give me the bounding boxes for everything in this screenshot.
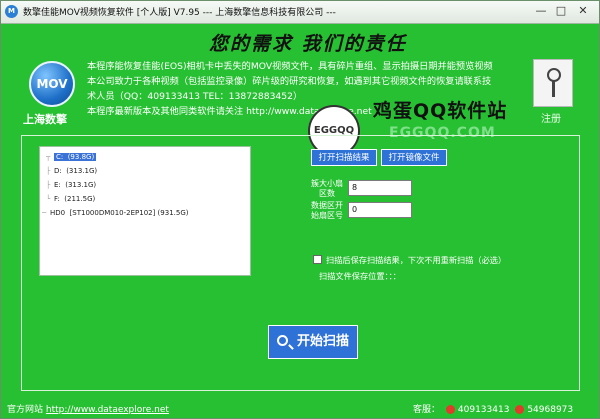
search-icon xyxy=(277,335,288,346)
minimize-button[interactable]: — xyxy=(533,4,549,19)
register-label[interactable]: 注册 xyxy=(541,110,561,125)
save-result-checkbox[interactable] xyxy=(313,255,322,264)
drive-list[interactable]: ┬ C: (93.8G) ├ D: (313.1G) ├ E: (313.1G) └ F… xyxy=(39,146,251,276)
qq-icon xyxy=(445,405,455,414)
register-key-icon[interactable] xyxy=(533,59,573,107)
save-position-text: 扫描文件保存位置：：： xyxy=(319,271,401,281)
qq-icon xyxy=(515,405,525,414)
drive-item-hd0[interactable]: ─ HD0 [ST1000DM010-2EP102] (931.5G) xyxy=(42,207,188,220)
qq-number-1[interactable]: 409133413 xyxy=(458,405,510,415)
desc-line: 本程序能恢复佳能(EOS)相机卡中丢失的MOV视频文件，具有碎片重组、显示拍摄日… xyxy=(87,61,493,72)
max-sectors-input[interactable]: 8 xyxy=(348,180,412,196)
title-bar: M 数擎佳能MOV视频恢复软件 [个人版] V7.95 --- 上海数擎信息科技… xyxy=(1,1,599,24)
footer-website: 官方网站 http://www.dataexplore.net xyxy=(7,402,169,415)
drive-item-c[interactable]: ┬ C: (93.8G) xyxy=(46,151,97,164)
website-label: 官方网站 xyxy=(7,405,44,415)
website-link[interactable]: http://www.dataexplore.net xyxy=(46,405,169,415)
footer-support: 客服： 409133413 54968973 xyxy=(413,402,573,415)
window-title: 数擎佳能MOV视频恢复软件 [个人版] V7.95 --- 上海数擎信息科技有限… xyxy=(23,8,336,18)
company-name: 上海数擎 xyxy=(23,113,67,126)
slogan: 您的需求 我们的责任 xyxy=(209,33,407,55)
qq-number-2[interactable]: 54968973 xyxy=(527,405,573,415)
drive-item-d[interactable]: ├ D: (313.1G) xyxy=(46,165,97,178)
support-label: 客服： xyxy=(413,405,441,415)
start-scan-label: 开始扫描 xyxy=(297,334,350,349)
app-window: M 数擎佳能MOV视频恢复软件 [个人版] V7.95 --- 上海数擎信息科技… xyxy=(0,0,600,419)
drive-item-e[interactable]: ├ E: (313.1G) xyxy=(46,179,96,192)
drive-item-f[interactable]: └ F: (211.5G) xyxy=(46,193,95,206)
data-start-input[interactable]: 0 xyxy=(348,202,412,218)
watermark-title: 鸡蛋QQ软件站 xyxy=(373,100,508,122)
save-result-label[interactable]: 扫描后保存扫描结果，下次不用重新扫描（必选） xyxy=(326,254,506,266)
mov-logo-icon: MOV xyxy=(29,61,75,107)
open-image-file-button[interactable]: 打开镜像文件 xyxy=(381,149,447,166)
open-scan-result-button[interactable]: 打开扫描结果 xyxy=(311,149,377,166)
max-sectors-label: 簇大小扇区数 xyxy=(311,179,343,198)
desc-line: 本公司致力于各种视频（包括监控录像）碎片级的研究和恢复，如遇到其它视频文件的恢复… xyxy=(87,76,492,87)
maximize-button[interactable]: □ xyxy=(553,4,569,19)
app-icon: M xyxy=(5,5,18,18)
start-scan-button[interactable]: 开始扫描 xyxy=(268,325,358,359)
data-start-label: 数据区开始扇区号 xyxy=(311,201,343,220)
close-button[interactable]: ✕ xyxy=(575,4,591,19)
